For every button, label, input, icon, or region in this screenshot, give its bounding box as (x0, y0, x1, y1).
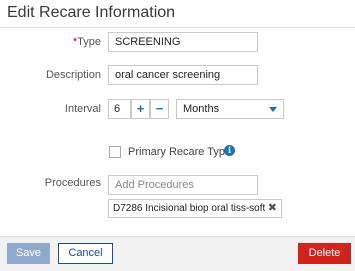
title-divider (0, 27, 355, 28)
procedures-label: Procedures (44, 177, 101, 189)
cancel-button[interactable]: Cancel (58, 243, 113, 264)
description-label: Description (45, 69, 101, 81)
procedure-chip-label: D7286 Incisional biop oral tiss-soft (113, 203, 266, 214)
primary-recare-label: Primary Recare Type (128, 146, 232, 158)
interval-field[interactable] (108, 99, 131, 119)
save-button[interactable]: Save (7, 243, 50, 264)
interval-decrement-button[interactable]: − (150, 99, 169, 119)
chevron-down-icon (269, 107, 277, 112)
primary-recare-checkbox[interactable] (109, 146, 121, 158)
interval-increment-button[interactable]: + (131, 99, 150, 119)
type-label-group: *Type (9, 36, 101, 48)
interval-unit-value: Months (183, 103, 220, 115)
type-label: Type (77, 36, 101, 48)
interval-label: Interval (64, 103, 101, 115)
add-procedures-input[interactable] (108, 175, 258, 195)
type-field[interactable] (108, 32, 258, 52)
info-icon[interactable]: i (224, 145, 235, 156)
delete-button[interactable]: Delete (298, 243, 351, 264)
interval-unit-select[interactable]: Months (176, 99, 284, 119)
description-field[interactable] (108, 65, 258, 85)
close-icon[interactable]: ✖ (268, 200, 277, 217)
procedure-chip: D7286 Incisional biop oral tiss-soft ✖ (108, 199, 282, 218)
dialog-title: Edit Recare Information (7, 4, 176, 21)
